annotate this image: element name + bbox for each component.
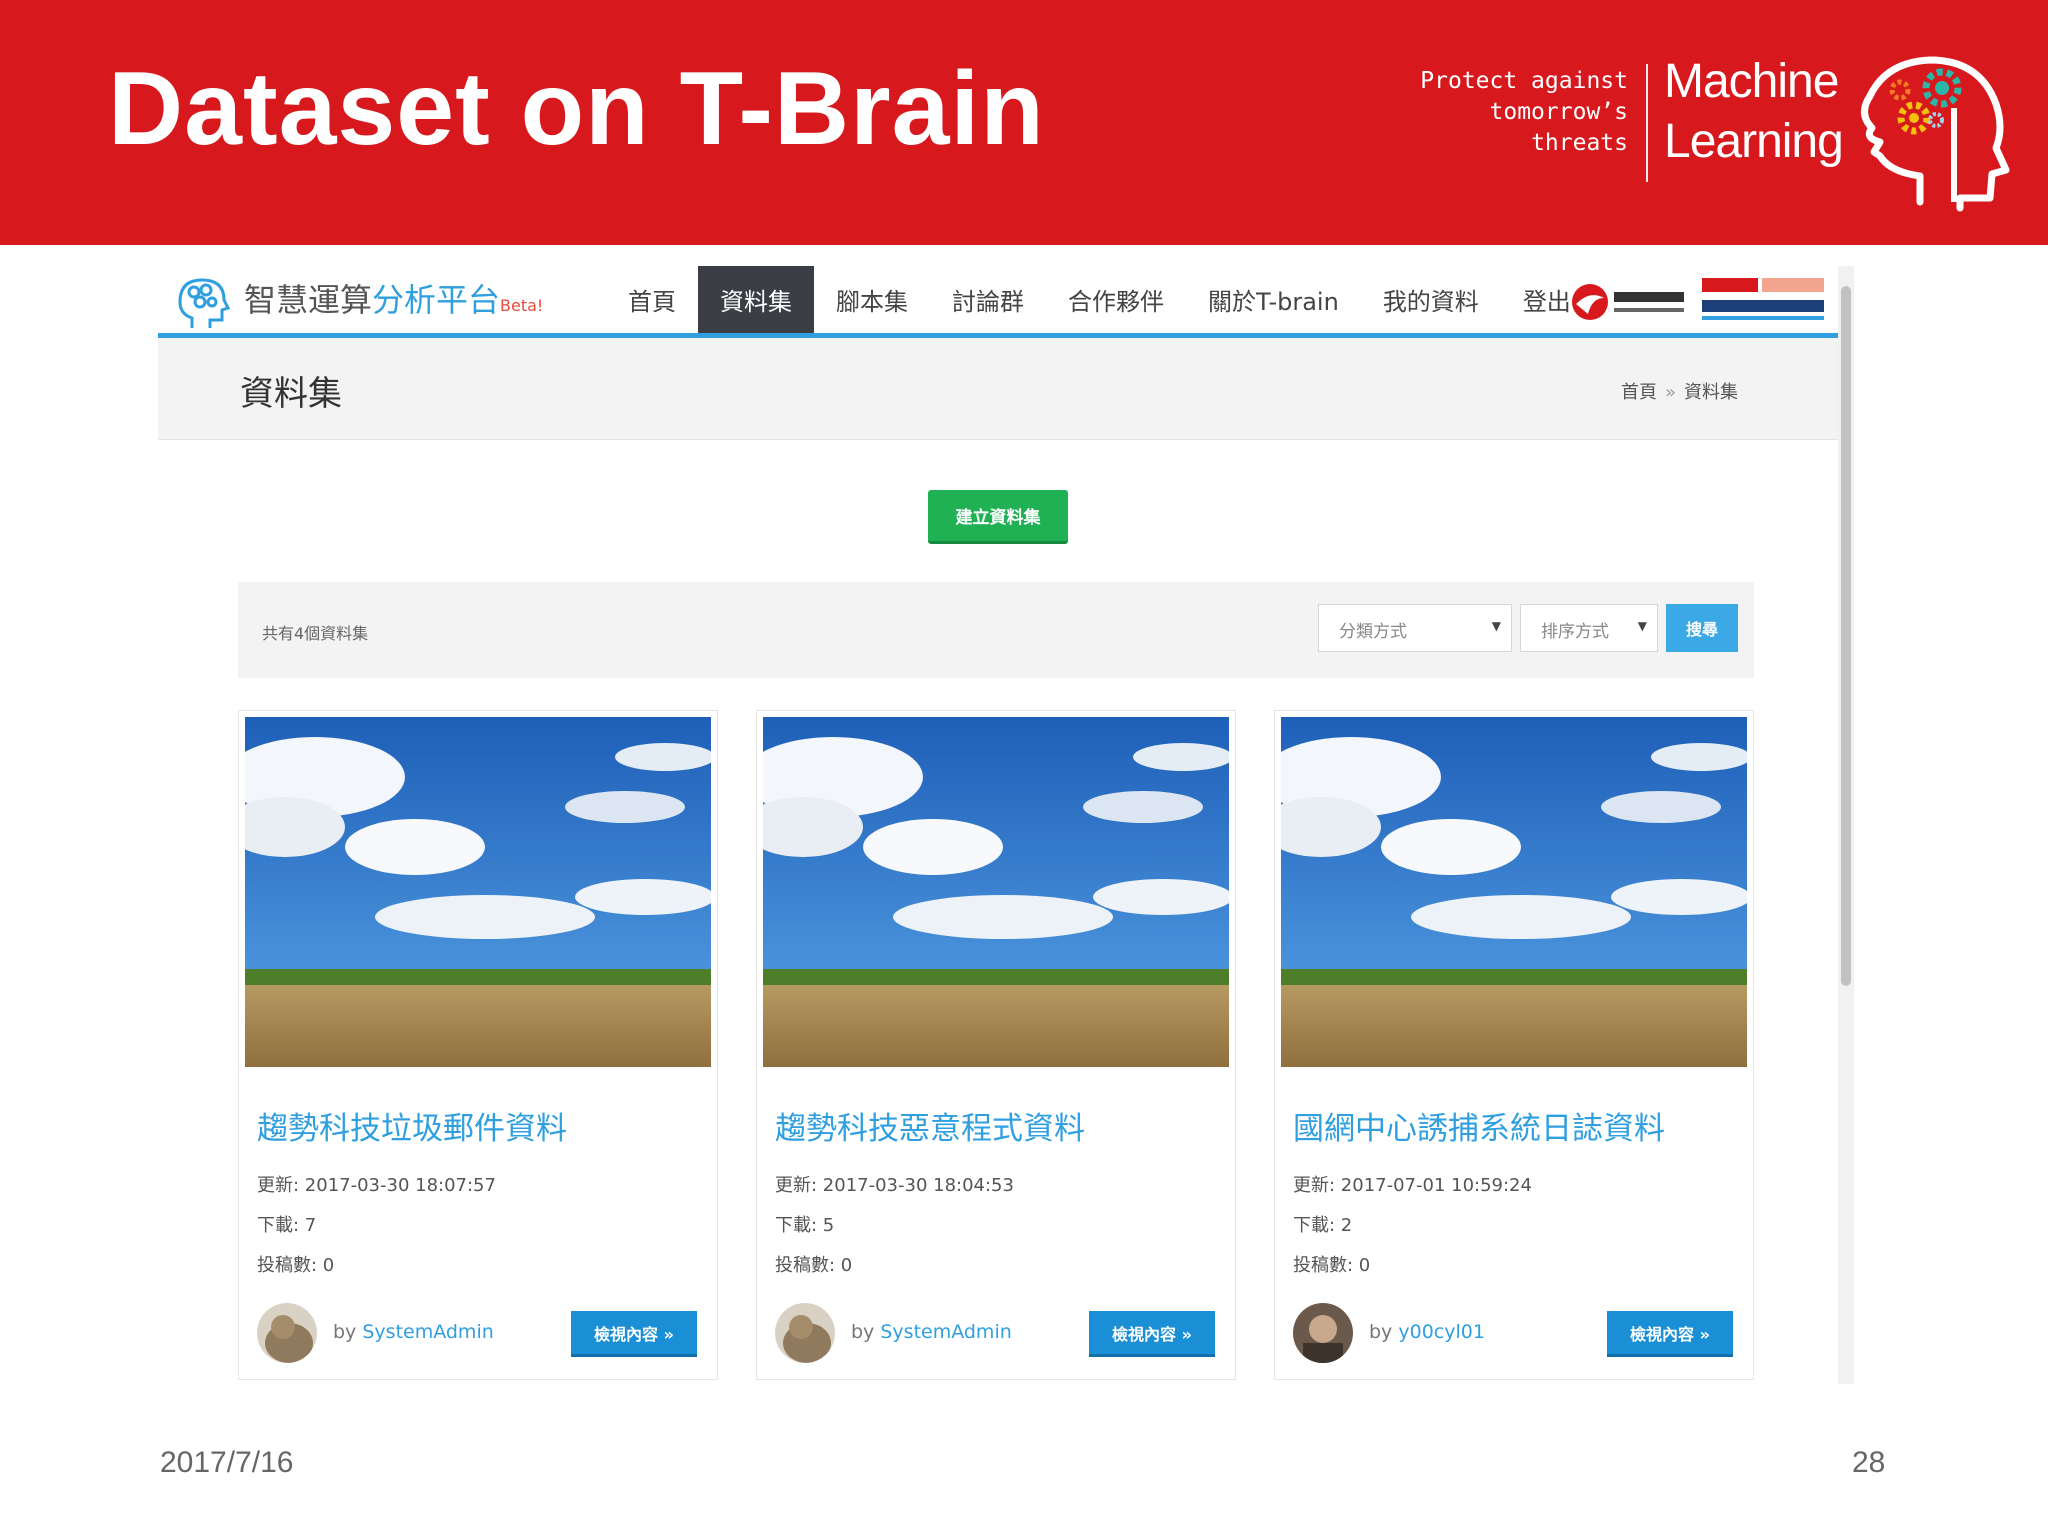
dataset-thumbnail[interactable] — [763, 717, 1229, 1067]
nav-item-about[interactable]: 關於T-brain — [1186, 266, 1361, 333]
category-select-value: 分類方式 — [1339, 622, 1407, 642]
tagline-line-1: Protect against — [1420, 68, 1628, 94]
avatar[interactable] — [775, 1303, 835, 1363]
dataset-updated: 更新: 2017-03-30 18:07:57 — [257, 1175, 496, 1196]
nav-menu: 首頁 資料集 腳本集 討論群 合作夥伴 關於T-brain 我的資料 登出 — [606, 266, 1593, 333]
by-label: by — [1369, 1321, 1393, 1343]
brain-gears-icon — [1861, 56, 2010, 212]
dataset-updated: 更新: 2017-07-01 10:59:24 — [1293, 1175, 1532, 1196]
dataset-title-link[interactable]: 趨勢科技垃圾郵件資料 — [257, 1103, 567, 1148]
search-button[interactable]: 搜尋 — [1666, 604, 1738, 652]
breadcrumb-home[interactable]: 首頁 — [1621, 382, 1657, 403]
sort-select[interactable]: 排序方式 ▼ — [1520, 604, 1658, 652]
author-line: by SystemAdmin — [851, 1321, 1012, 1343]
author-line: by SystemAdmin — [333, 1321, 494, 1343]
embedded-web-screenshot: 智慧運算分析平台Beta! 首頁 資料集 腳本集 討論群 合作夥伴 關於T-br… — [158, 266, 1854, 1384]
dataset-thumbnail[interactable] — [245, 717, 711, 1067]
nav-item-my-data[interactable]: 我的資料 — [1361, 266, 1501, 333]
caret-down-icon: ▼ — [1637, 619, 1647, 633]
machine-learning-label: Machine Learning — [1664, 52, 1844, 172]
dataset-title-link[interactable]: 國網中心誘捕系統日誌資料 — [1293, 1103, 1665, 1148]
view-content-button[interactable]: 檢視內容 » — [571, 1311, 697, 1357]
caret-down-icon: ▼ — [1491, 619, 1501, 633]
brand-main-text: 智慧運算 — [244, 281, 373, 319]
dataset-card-list: 趨勢科技垃圾郵件資料 更新: 2017-03-30 18:07:57 下載: 7… — [238, 710, 1754, 1384]
slide-page-number: 28 — [1852, 1446, 1886, 1479]
site-navbar: 智慧運算分析平台Beta! 首頁 資料集 腳本集 討論群 合作夥伴 關於T-br… — [158, 266, 1838, 338]
site-logo-icon — [178, 278, 230, 328]
ml-line-2: Learning — [1664, 115, 1844, 168]
nav-item-partners[interactable]: 合作夥伴 — [1046, 266, 1186, 333]
slide-header: Dataset on T-Brain Protect against tomor… — [0, 0, 2048, 245]
author-line: by y00cyl01 — [1369, 1321, 1485, 1343]
site-brand[interactable]: 智慧運算分析平台Beta! — [244, 278, 543, 328]
dataset-submissions: 投稿數: 0 — [257, 1255, 335, 1276]
dataset-count: 共有4個資料集 — [262, 624, 369, 643]
author-link[interactable]: SystemAdmin — [362, 1321, 493, 1343]
dataset-thumbnail[interactable] — [1281, 717, 1747, 1067]
header-divider — [1646, 64, 1648, 182]
slide-date: 2017/7/16 — [160, 1446, 294, 1479]
dataset-card: 趨勢科技垃圾郵件資料 更新: 2017-03-30 18:07:57 下載: 7… — [238, 710, 718, 1380]
dataset-downloads: 下載: 7 — [257, 1215, 317, 1236]
view-content-button[interactable]: 檢視內容 » — [1607, 1311, 1733, 1357]
dataset-card: 趨勢科技惡意程式資料 更新: 2017-03-30 18:04:53 下載: 5… — [756, 710, 1236, 1380]
ml-line-1: Machine — [1664, 55, 1839, 108]
nav-item-scripts[interactable]: 腳本集 — [814, 266, 930, 333]
sort-select-value: 排序方式 — [1541, 622, 1609, 642]
dataset-downloads: 下載: 2 — [1293, 1215, 1353, 1236]
breadcrumb-separator: » — [1664, 382, 1676, 403]
filter-bar: 共有4個資料集 分類方式 ▼ 排序方式 ▼ 搜尋 — [238, 582, 1754, 678]
tagline-line-2: tomorrow’s — [1489, 99, 1628, 125]
view-content-button[interactable]: 檢視內容 » — [1089, 1311, 1215, 1357]
page-header: 資料集 首頁 » 資料集 — [158, 338, 1838, 440]
nav-item-discussion[interactable]: 討論群 — [930, 266, 1046, 333]
breadcrumb-current: 資料集 — [1684, 382, 1738, 403]
nav-item-home[interactable]: 首頁 — [606, 266, 698, 333]
slide-title: Dataset on T-Brain — [108, 51, 1045, 167]
author-link[interactable]: y00cyl01 — [1398, 1321, 1485, 1343]
dataset-title-link[interactable]: 趨勢科技惡意程式資料 — [775, 1103, 1085, 1148]
category-select[interactable]: 分類方式 ▼ — [1318, 604, 1512, 652]
avatar[interactable] — [257, 1303, 317, 1363]
beta-badge: Beta! — [500, 296, 544, 315]
dataset-submissions: 投稿數: 0 — [1293, 1255, 1371, 1276]
by-label: by — [851, 1321, 875, 1343]
dataset-updated: 更新: 2017-03-30 18:04:53 — [775, 1175, 1014, 1196]
scrollbar-thumb[interactable] — [1841, 286, 1851, 986]
trend-micro-logo[interactable] — [1570, 280, 1690, 324]
avatar[interactable] — [1293, 1303, 1353, 1363]
author-link[interactable]: SystemAdmin — [880, 1321, 1011, 1343]
by-label: by — [333, 1321, 357, 1343]
tagline: Protect against tomorrow’s threats — [1388, 66, 1628, 159]
breadcrumb: 首頁 » 資料集 — [1621, 378, 1738, 404]
create-dataset-button[interactable]: 建立資料集 — [928, 490, 1068, 544]
tagline-line-3: threats — [1531, 130, 1628, 156]
dataset-card: 國網中心誘捕系統日誌資料 更新: 2017-07-01 10:59:24 下載:… — [1274, 710, 1754, 1380]
narlabs-logo[interactable] — [1700, 272, 1828, 328]
vertical-scrollbar[interactable] — [1838, 266, 1854, 1384]
brand-accent-text: 分析平台 — [372, 281, 501, 319]
nav-item-datasets[interactable]: 資料集 — [698, 266, 814, 333]
dataset-submissions: 投稿數: 0 — [775, 1255, 853, 1276]
page-title: 資料集 — [240, 374, 342, 414]
dataset-downloads: 下載: 5 — [775, 1215, 835, 1236]
